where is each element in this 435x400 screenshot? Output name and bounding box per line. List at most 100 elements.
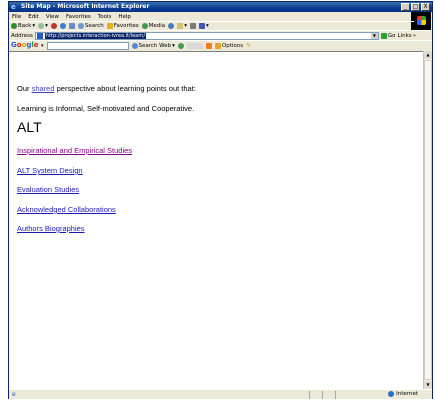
forward-arrow-icon [38,23,45,29]
menu-view[interactable]: View [46,13,59,21]
windows-logo-icon [411,12,431,30]
search-label: Search [84,23,104,29]
standard-toolbar: Back ▾ ▾ Search Favorites Media ▾ ▾ [9,21,414,30]
favorites-label: Favorites [113,23,139,29]
back-button[interactable]: Back ▾ [11,22,35,30]
mail-button[interactable]: ▾ [177,22,187,30]
refresh-icon [59,23,66,29]
status-divider [335,390,336,399]
ie-logo-icon: e [11,3,16,11]
back-arrow-icon [11,23,17,29]
menu-tools[interactable]: Tools [98,13,112,21]
google-options-button[interactable]: Options [214,42,244,49]
history-button[interactable] [168,23,175,29]
google-toolbar: Google ▾ Search Web ▾ Options ✎ [9,40,432,50]
shared-link[interactable]: shared [32,84,55,93]
chevron-down-icon: ▾ [172,42,175,49]
edit-button[interactable]: ▾ [198,22,209,30]
stop-button[interactable] [50,23,57,29]
status-divider [322,390,323,399]
vertical-scrollbar[interactable]: ▲ ▼ [423,51,432,389]
address-label: Address [11,32,33,39]
page-status-icon: e [12,391,16,398]
zone-label: Internet [396,391,418,397]
intro-text: Our shared perspective about learning po… [17,84,196,93]
media-icon [141,23,148,29]
menu-file[interactable]: File [12,13,21,21]
options-label: Options [221,42,244,49]
maximize-button[interactable]: □ [411,3,420,11]
media-button[interactable]: Media [141,22,166,30]
menu-edit[interactable]: Edit [28,13,39,21]
google-logo[interactable]: Google ▾ [11,41,44,50]
stop-icon [50,23,57,29]
chevron-right-icon: » [412,32,417,39]
status-divider [309,390,310,399]
search-button[interactable]: Search [77,22,104,30]
search-icon [77,23,84,29]
links-label: Links [397,32,412,39]
autofill-icon [186,42,203,49]
intro-statement: Learning is Informal, Self-motivated and… [17,104,195,113]
pagerank-icon [177,42,184,49]
link-authors-biographies[interactable]: Authors Biographies [17,224,85,233]
pagerank-button[interactable] [177,42,184,49]
search-web-label: Search Web [138,42,172,49]
popup-blocker-icon [205,42,212,49]
search-icon [131,42,138,49]
menu-favorites[interactable]: Favorites [66,13,91,21]
go-arrow-icon [380,32,387,39]
home-button[interactable] [68,23,75,29]
menu-bar: File Edit View Favorites Tools Help [9,12,432,21]
globe-icon [388,391,395,397]
scroll-up-icon[interactable]: ▲ [424,51,432,59]
browser-window: e Site Map - Microsoft Internet Explorer… [8,1,433,399]
scroll-down-icon[interactable]: ▼ [424,381,432,389]
favorites-button[interactable]: Favorites [106,22,139,30]
popup-blocker-button[interactable] [205,42,212,49]
chevron-down-icon: ▾ [205,23,209,29]
google-search-input[interactable] [46,41,129,50]
minimize-button[interactable]: _ [401,3,410,11]
google-search-web-button[interactable]: Search Web ▾ [131,42,175,49]
chevron-down-icon: ▾ [45,23,48,29]
address-input[interactable]: http://projects.interaction-ivrea.it/lea… [34,31,379,40]
page-icon [36,32,43,39]
chevron-down-icon[interactable]: ▼ [370,32,378,39]
chevron-down-icon: ▾ [184,23,187,29]
print-button[interactable] [189,23,196,29]
chevron-down-icon: ▾ [32,23,36,29]
page-content: Our shared perspective about learning po… [9,51,425,389]
window-controls: _ □ X [401,3,430,11]
back-label: Back [18,23,32,29]
link-inspirational-studies[interactable]: Inspirational and Empirical Studies [17,146,132,155]
refresh-button[interactable] [59,23,66,29]
page-title: ALT [17,119,42,135]
links-button[interactable]: Links » [398,33,417,39]
title-bar: e Site Map - Microsoft Internet Explorer… [9,2,432,12]
autofill-button[interactable] [186,42,203,49]
pencil-icon: ✎ [246,42,251,49]
link-alt-system-design[interactable]: ALT System Design [17,166,83,175]
options-icon [214,42,221,49]
link-evaluation-studies[interactable]: Evaluation Studies [17,185,79,194]
home-icon [68,23,75,29]
intro-suffix: perspective about learning points out th… [54,84,196,93]
go-button[interactable]: Go [380,32,396,39]
status-bar: e Internet [9,389,432,399]
menu-help[interactable]: Help [118,13,131,21]
link-acknowledged-collaborations[interactable]: Acknowledged Collaborations [17,205,116,214]
intro-prefix: Our [17,84,32,93]
favorites-star-icon [106,23,113,29]
address-url: http://projects.interaction-ivrea.it/lea… [44,32,147,39]
close-button[interactable]: X [421,3,430,11]
go-label: Go [387,32,396,39]
print-icon [189,23,196,29]
highlight-button[interactable]: ✎ [246,43,251,49]
forward-button[interactable]: ▾ [38,22,48,30]
edit-icon [198,23,205,29]
scrollbar-thumb[interactable] [424,60,432,380]
address-bar: Address http://projects.interaction-ivre… [9,30,432,40]
media-label: Media [148,23,166,29]
mail-icon [177,23,184,29]
